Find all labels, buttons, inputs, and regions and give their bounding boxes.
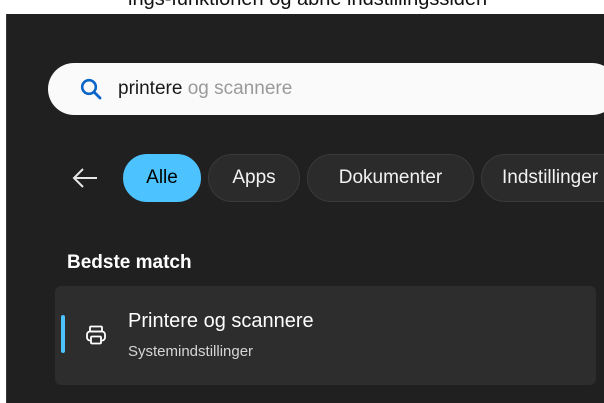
top-caption-strip: ings-funktionen og åbne indstillingsside… bbox=[0, 0, 604, 14]
panel-edge bbox=[6, 14, 7, 403]
result-title: Printere og scannere bbox=[128, 310, 314, 332]
result-subtitle: Systemindstillinger bbox=[128, 343, 254, 360]
search-typed-text: printere bbox=[118, 78, 183, 99]
filter-chip-all[interactable]: Alle bbox=[123, 154, 201, 202]
back-arrow-icon[interactable] bbox=[70, 163, 100, 193]
search-query[interactable]: printere og scannere bbox=[118, 76, 292, 102]
search-icon bbox=[80, 78, 102, 100]
selection-indicator bbox=[61, 315, 65, 353]
search-panel: printere og scannere Alle Apps Dokumente… bbox=[6, 14, 604, 403]
top-caption-text: ings-funktionen og åbne indstillingsside… bbox=[128, 0, 487, 11]
search-input[interactable]: printere og scannere bbox=[48, 63, 604, 115]
search-suggestion-text: og scannere bbox=[182, 78, 293, 99]
best-match-result[interactable]: Printere og scannere Systemindstillinger bbox=[55, 286, 596, 385]
filter-chip-documents[interactable]: Dokumenter bbox=[307, 154, 474, 202]
best-match-heading: Bedste match bbox=[67, 252, 192, 273]
printer-icon bbox=[86, 325, 106, 345]
filter-chip-settings[interactable]: Indstillinger bbox=[481, 154, 604, 202]
filter-chip-apps[interactable]: Apps bbox=[208, 154, 300, 202]
